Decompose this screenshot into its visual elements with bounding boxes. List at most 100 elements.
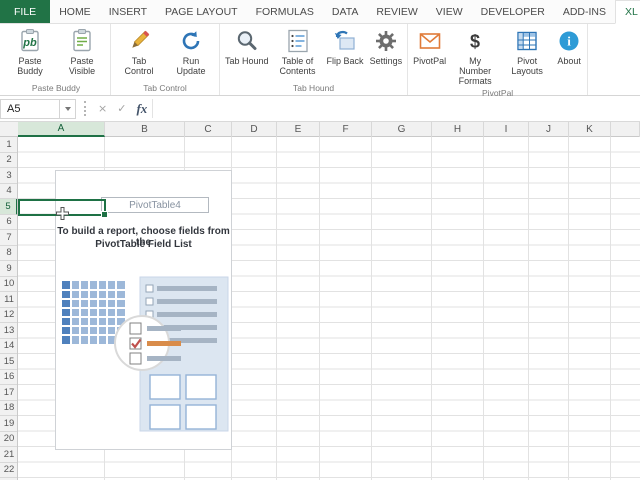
row-header-6[interactable]: 6: [0, 215, 18, 231]
row-header-20[interactable]: 20: [0, 432, 18, 448]
column-header-overflow: [611, 122, 640, 137]
column-header-b[interactable]: B: [105, 122, 185, 137]
svg-text:$: $: [470, 32, 480, 52]
cell-cursor-icon: [56, 207, 69, 225]
field-list-graphic: [115, 277, 228, 431]
button-label: Paste Visible: [59, 56, 105, 76]
row-header-21[interactable]: 21: [0, 447, 18, 463]
paste-buddy-icon: pb: [17, 28, 43, 54]
my-number-formats-button[interactable]: $My Number Formats: [449, 25, 501, 86]
ribbon: pbPaste BuddyPaste VisiblePaste BuddyTab…: [0, 24, 640, 96]
cancel-icon[interactable]: ×: [93, 102, 112, 115]
column-header-k[interactable]: K: [569, 122, 611, 137]
row-header-16[interactable]: 16: [0, 370, 18, 386]
insert-function-icon[interactable]: fx: [131, 101, 152, 117]
ribbon-tab-formulas[interactable]: FORMULAS: [247, 0, 323, 23]
column-headers: ABCDEFGHIJK: [0, 122, 640, 137]
magnifier-icon: [234, 28, 260, 54]
gear-icon: [373, 28, 399, 54]
info-icon: i: [556, 28, 582, 54]
column-header-j[interactable]: J: [529, 122, 569, 137]
ribbon-tab-add-ins[interactable]: ADD-INS: [554, 0, 615, 23]
gridline: [610, 137, 611, 480]
svg-text:pb: pb: [22, 37, 37, 49]
table-of-contents-button[interactable]: Table of Contents: [272, 25, 324, 76]
tab-hound-button[interactable]: Tab Hound: [222, 25, 272, 66]
row-header-14[interactable]: 14: [0, 339, 18, 355]
gridline: [319, 137, 320, 480]
button-label: About: [557, 56, 581, 66]
row-header-4[interactable]: 4: [0, 184, 18, 200]
ribbon-tab-file[interactable]: FILE: [0, 0, 50, 23]
name-box[interactable]: A5: [0, 99, 76, 119]
ribbon-tab-home[interactable]: HOME: [50, 0, 100, 23]
row-header-10[interactable]: 10: [0, 277, 18, 293]
row-header-17[interactable]: 17: [0, 385, 18, 401]
button-label: Table of Contents: [275, 56, 321, 76]
column-header-h[interactable]: H: [432, 122, 484, 137]
ribbon-group-tab-hound: Tab Hound Table of Contents Flip BackSetti…: [220, 24, 408, 95]
enter-icon[interactable]: ✓: [112, 102, 131, 115]
row-header-7[interactable]: 7: [0, 230, 18, 246]
row-header-13[interactable]: 13: [0, 323, 18, 339]
row-headers: 12345678910111213141516171819202122: [0, 137, 18, 480]
row-header-19[interactable]: 19: [0, 416, 18, 432]
column-header-e[interactable]: E: [277, 122, 320, 137]
row-header-5[interactable]: 5: [0, 199, 18, 215]
row-header-15[interactable]: 15: [0, 354, 18, 370]
row-header-22[interactable]: 22: [0, 463, 18, 479]
row-header-9[interactable]: 9: [0, 261, 18, 277]
flip-back-icon: [332, 28, 358, 54]
flip-back-button[interactable]: Flip Back: [324, 25, 367, 66]
column-header-d[interactable]: D: [232, 122, 277, 137]
ribbon-tab-view[interactable]: VIEW: [427, 0, 472, 23]
button-label: Tab Control: [116, 56, 162, 76]
row-header-8[interactable]: 8: [0, 246, 18, 262]
ribbon-group-paste-buddy: pbPaste BuddyPaste Visible Paste Buddy: [2, 24, 111, 95]
table-icon: [514, 28, 540, 54]
group-label: Paste Buddy: [4, 81, 108, 95]
gridline: [431, 137, 432, 480]
paste-visible-button[interactable]: Paste Visible: [56, 25, 108, 76]
gridline: [568, 137, 569, 480]
settings-button[interactable]: Settings: [367, 25, 406, 66]
name-box-dropdown-icon[interactable]: [59, 100, 75, 118]
row-header-11[interactable]: 11: [0, 292, 18, 308]
pivot-layouts-button[interactable]: Pivot Layouts: [501, 25, 553, 76]
column-header-c[interactable]: C: [185, 122, 232, 137]
gridline: [528, 137, 529, 480]
button-label: Flip Back: [327, 56, 364, 66]
ribbon-tab-xl-campus[interactable]: XL Campus: [615, 0, 640, 24]
column-header-f[interactable]: F: [320, 122, 372, 137]
row-header-1[interactable]: 1: [0, 137, 18, 153]
button-label: Tab Hound: [225, 56, 269, 66]
ribbon-group-tab-control: Tab Control Run Update Tab Control: [111, 24, 220, 95]
ribbon-tab-insert[interactable]: INSERT: [100, 0, 156, 23]
formula-input[interactable]: [152, 99, 640, 118]
name-box-value: A5: [1, 100, 59, 118]
button-label: Run Update: [168, 56, 214, 76]
gridline: [276, 137, 277, 480]
row-header-3[interactable]: 3: [0, 168, 18, 184]
column-header-g[interactable]: G: [372, 122, 432, 137]
pivotpal-button[interactable]: PivotPal: [410, 25, 449, 66]
ribbon-tab-data[interactable]: DATA: [323, 0, 367, 23]
paste-buddy-button[interactable]: pbPaste Buddy: [4, 25, 56, 76]
row-header-18[interactable]: 18: [0, 401, 18, 417]
about-button[interactable]: i About: [553, 25, 585, 66]
pivot-name-box[interactable]: PivotTable4: [101, 197, 209, 213]
tab-control-button[interactable]: Tab Control: [113, 25, 165, 76]
column-header-i[interactable]: I: [484, 122, 529, 137]
gridline: [371, 137, 372, 480]
row-header-12[interactable]: 12: [0, 308, 18, 324]
run-update-button[interactable]: Run Update: [165, 25, 217, 76]
ribbon-tab-developer[interactable]: DEVELOPER: [472, 0, 554, 23]
sheet-grid[interactable]: PivotTable4 To build a report, choose fi…: [18, 137, 640, 480]
svg-text:i: i: [567, 34, 571, 49]
row-header-2[interactable]: 2: [0, 153, 18, 169]
ribbon-tab-review[interactable]: REVIEW: [367, 0, 426, 23]
group-label: Tab Control: [113, 81, 217, 95]
ribbon-tab-page-layout[interactable]: PAGE LAYOUT: [156, 0, 247, 23]
pivotpal-icon: [417, 28, 443, 54]
column-header-a[interactable]: A: [18, 122, 105, 137]
